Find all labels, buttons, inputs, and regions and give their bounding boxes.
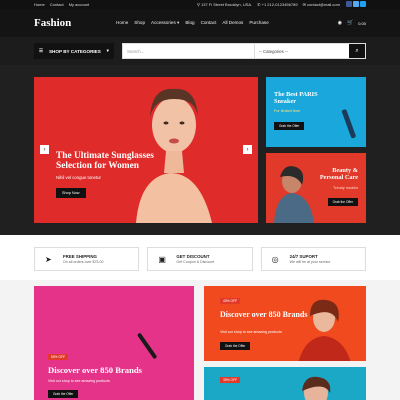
grab-offer-button[interactable]: Grab the Offer (48, 390, 79, 398)
offer-subtitle: Visit our shop to see amazing products (220, 330, 282, 334)
cart-total[interactable]: 0.00 (358, 21, 366, 26)
category-select[interactable]: -- Categories -- (254, 44, 349, 58)
category-button-label: SHOP BY CATEGORIES (48, 48, 101, 54)
model-image (302, 376, 331, 400)
lifebuoy-icon: ◎ (271, 254, 279, 264)
menu-icon: ☰ (39, 48, 44, 53)
prev-slide-button[interactable]: ‹ (40, 145, 49, 154)
chevron-left-icon: ‹ (43, 146, 46, 153)
grab-offer-button[interactable]: Grab the Offer (274, 122, 305, 130)
feature-support: ◎ 24/7 SUPORT We will be at your service (260, 247, 366, 271)
offer-title: Discover over 850 Brands (220, 310, 308, 319)
top-bar: Home Contact My account ⚲ 137 Fi Street … (0, 0, 400, 9)
feature-subtitle: On all orders over $75.00 (63, 260, 104, 264)
chevron-down-icon: ▾ (106, 48, 109, 53)
discount-badge: 50% OFF (48, 354, 69, 360)
feature-title: FREE SHIPPING (63, 254, 97, 259)
search-bar: Search... -- Categories -- ⌕ (122, 43, 366, 59)
promo-beauty-title: Beauty & Personal Care (319, 167, 358, 181)
feature-free-shipping: ➤ FREE SHIPPING On all orders over $75.00 (34, 247, 140, 271)
top-contact-info: ⚲ 137 Fi Street Brooklyn, USA. ✆ +1 212-… (197, 1, 366, 8)
feature-subtitle: Get Coupon & Discount (176, 260, 215, 264)
hero-slider[interactable]: The Ultimate Sunglasses Selection for Wo… (34, 77, 258, 223)
main-nav: Home Shop Accessories ▾ Blog Contact All… (116, 20, 338, 26)
header-icons: ◉ 🛒 0.00 (338, 20, 366, 26)
twitter-icon[interactable] (353, 1, 359, 7)
social-icons (345, 1, 366, 8)
offer-card-right-bottom[interactable]: 35% OFF (204, 366, 366, 400)
hero-side-promos: The Best PARIS Sneaker For limited time … (266, 77, 366, 223)
search-row: ☰ SHOP BY CATEGORIES ▾ Search... -- Cate… (0, 37, 400, 65)
offer-subtitle: Visit our shop to see amazing products (48, 379, 110, 383)
discount-badge: 40% OFF (220, 298, 241, 304)
promo-sneaker-title: The Best PARIS Sneaker (274, 91, 318, 105)
top-link-account[interactable]: My account (69, 2, 89, 7)
grab-offer-button[interactable]: Grab the Offer (327, 198, 358, 206)
main-header: Fashion Home Shop Accessories ▾ Blog Con… (0, 9, 400, 37)
logo[interactable]: Fashion (34, 17, 116, 29)
top-links: Home Contact My account (34, 2, 93, 7)
phone-text: ✆ +1 212-0123456789 (257, 2, 298, 7)
paper-plane-icon: ➤ (45, 254, 52, 264)
offers-right-column: 40% OFF Discover over 850 Brands Visit o… (204, 286, 366, 400)
shop-by-categories-button[interactable]: ☰ SHOP BY CATEGORIES ▾ (34, 43, 114, 59)
search-button[interactable]: ⌕ (349, 44, 365, 58)
nav-accessories[interactable]: Accessories ▾ (151, 20, 179, 26)
offer-card-large[interactable]: 50% OFF Discover over 850 Brands Visit o… (34, 286, 194, 400)
model-image (298, 299, 351, 361)
search-input[interactable]: Search... (123, 49, 254, 54)
beauty-model-image (274, 166, 314, 223)
nav-all-demos[interactable]: All Demos (222, 20, 243, 26)
feature-title: 24/7 SUPORT (289, 254, 318, 259)
nav-home[interactable]: Home (116, 20, 128, 26)
promo-beauty-subtitle: Trendy models (333, 186, 358, 190)
gift-icon: ▣ (158, 254, 166, 264)
offer-card-right-top[interactable]: 40% OFF Discover over 850 Brands Visit o… (204, 286, 366, 361)
top-link-contact[interactable]: Contact (50, 2, 64, 7)
email-text: ✉ contact@mail.com (302, 2, 340, 7)
next-slide-button[interactable]: › (243, 145, 252, 154)
search-icon: ⌕ (355, 47, 359, 54)
mascara-image (341, 109, 356, 139)
social-icon[interactable] (360, 1, 366, 7)
brush-image (137, 333, 157, 359)
user-icon[interactable]: ◉ (338, 20, 342, 26)
facebook-icon[interactable] (346, 1, 352, 7)
offer-title: Discover over 850 Brands (48, 365, 142, 375)
discount-badge: 35% OFF (220, 376, 241, 383)
top-link-home[interactable]: Home (34, 2, 45, 7)
feature-title: GET DISCOUNT (176, 254, 210, 259)
features-row: ➤ FREE SHIPPING On all orders over $75.00… (0, 235, 400, 280)
offers-section: 50% OFF Discover over 850 Brands Visit o… (0, 280, 400, 400)
nav-contact[interactable]: Contact (201, 20, 217, 26)
chevron-right-icon: › (246, 146, 249, 153)
promo-card-beauty[interactable]: Beauty & Personal Care Trendy models Gra… (266, 153, 366, 223)
shop-now-button[interactable]: Shop Now (56, 188, 86, 198)
address-text: ⚲ 137 Fi Street Brooklyn, USA. (196, 2, 253, 7)
promo-card-sneaker[interactable]: The Best PARIS Sneaker For limited time … (266, 77, 366, 147)
hero-section: The Ultimate Sunglasses Selection for Wo… (0, 65, 400, 235)
feature-discount: ▣ GET DISCOUNT Get Coupon & Discount (147, 247, 253, 271)
promo-sneaker-subtitle: For limited time (274, 109, 300, 113)
nav-blog[interactable]: Blog (185, 20, 194, 26)
cart-icon[interactable]: 🛒 (347, 20, 353, 26)
nav-shop[interactable]: Shop (134, 20, 145, 26)
grab-offer-button[interactable]: Grab the Offer (220, 342, 251, 350)
nav-purchase[interactable]: Purchase (249, 20, 268, 26)
hero-model-image (136, 88, 212, 223)
feature-subtitle: We will be at your service (289, 260, 331, 264)
hero-subtitle: Nihil vel congue tonetur (56, 175, 101, 180)
hero-title: The Ultimate Sunglasses Selection for Wo… (56, 151, 154, 171)
